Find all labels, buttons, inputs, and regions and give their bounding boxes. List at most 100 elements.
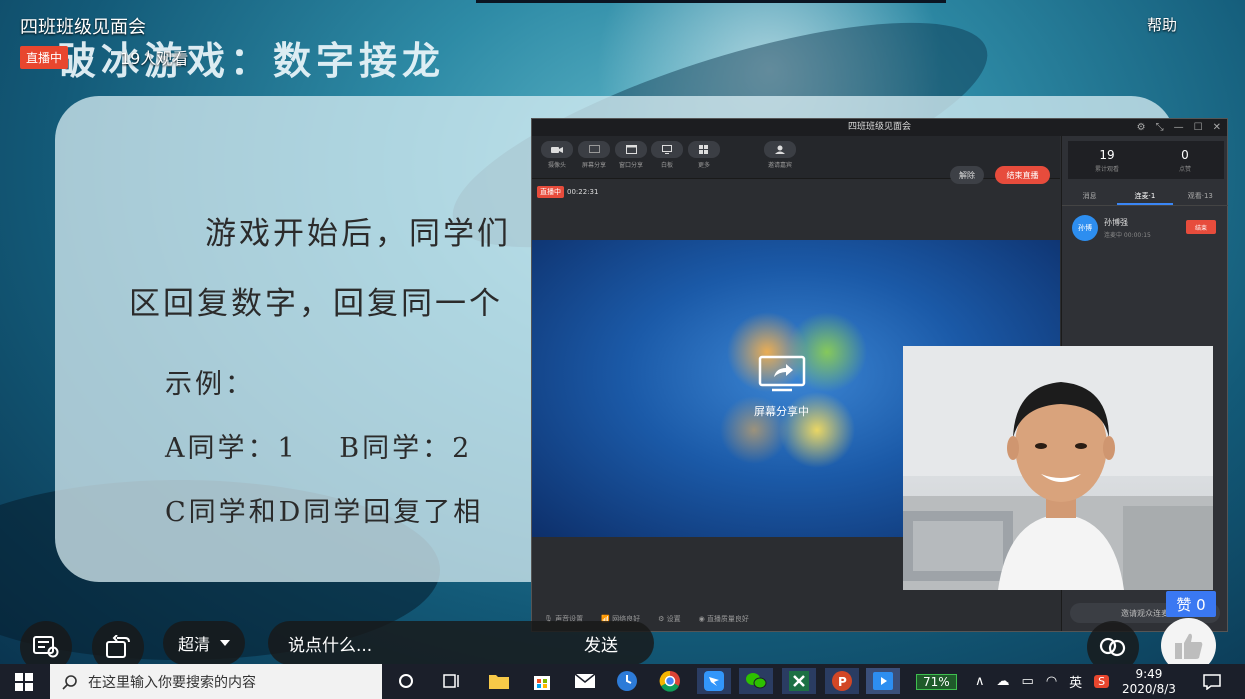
share-status: 屏幕分享中 xyxy=(754,355,809,419)
stream-window-titlebar: 四班班级见面会 ⚙ ⤡ — ☐ ✕ xyxy=(532,119,1227,136)
tab-co-host[interactable]: 连麦·1 xyxy=(1117,186,1173,205)
guest-status: 连麦中 00:00:15 xyxy=(1104,232,1151,239)
search-icon xyxy=(62,674,77,690)
wechat-button[interactable] xyxy=(739,668,773,694)
notification-icon xyxy=(1203,673,1221,690)
settings-label: 设置 xyxy=(666,615,681,623)
powerpoint-button[interactable]: P xyxy=(825,668,859,694)
invite-guest-button[interactable]: 邀请嘉宾 xyxy=(764,141,796,169)
slide-text-line: 游戏开始后，同学们 xyxy=(205,216,511,252)
quality-selector[interactable]: 超清 xyxy=(163,621,245,665)
wifi-icon[interactable]: ◠ xyxy=(1046,674,1057,689)
search-placeholder: 在这里输入你要搜索的内容 xyxy=(88,674,256,691)
guest-camera-feed xyxy=(903,346,1213,590)
sidebar-tabs: 消息 连麦·1 观看·13 xyxy=(1062,186,1228,206)
cloud-icon[interactable]: ☁ xyxy=(997,674,1010,689)
system-tray: ∧ ☁ ▭ ◠ 英 S xyxy=(975,664,1110,699)
window-share-icon xyxy=(615,141,647,158)
task-view-button[interactable] xyxy=(438,668,466,694)
mail-icon xyxy=(574,673,596,688)
camera-icon xyxy=(541,141,573,158)
wechat-icon xyxy=(746,673,767,689)
settings-icon[interactable]: ⚙ xyxy=(1137,119,1146,136)
ime-indicator[interactable]: 英 xyxy=(1069,672,1082,691)
screen-share-icon xyxy=(758,355,805,392)
whiteboard-button[interactable]: 白板 xyxy=(651,141,683,169)
slide-text-line: 示例： xyxy=(165,369,255,400)
end-live-button[interactable]: 结束直播 xyxy=(995,166,1050,184)
stat-label: 累计观看 xyxy=(1094,165,1119,173)
link-icon xyxy=(1099,637,1126,657)
toolbar-label: 白板 xyxy=(660,162,673,169)
battery-indicator[interactable]: 71% xyxy=(916,664,957,699)
whiteboard-icon xyxy=(651,141,683,158)
end-co-host-button[interactable]: 结束 xyxy=(1186,220,1216,234)
close-icon[interactable]: ✕ xyxy=(1213,119,1221,136)
powerpoint-icon: P xyxy=(832,671,852,691)
toolbar-label: 邀请嘉宾 xyxy=(767,162,792,169)
send-button[interactable]: 发送 xyxy=(584,631,618,656)
unmute-button[interactable]: 解除 xyxy=(950,166,984,184)
task-view-icon xyxy=(443,674,459,688)
dingtalk-icon xyxy=(704,671,724,691)
sogou-icon[interactable]: S xyxy=(1094,675,1110,688)
maximize-icon[interactable]: ☐ xyxy=(1194,119,1203,136)
live-status-badge: 直播中 xyxy=(537,186,564,198)
chevron-down-icon xyxy=(220,640,230,646)
clock[interactable]: 9:49 2020/8/3 xyxy=(1122,664,1176,699)
mail-button[interactable] xyxy=(571,668,599,694)
live-app-icon xyxy=(873,672,893,690)
more-button[interactable]: 更多 xyxy=(688,141,720,169)
chevron-up-icon[interactable]: ∧ xyxy=(975,674,985,689)
stream-quality-label: 直播质量良好 xyxy=(706,615,749,623)
screen-share-icon xyxy=(578,141,610,158)
start-button[interactable] xyxy=(15,673,33,695)
comment-box[interactable]: 说点什么... 发送 xyxy=(268,621,654,665)
toolbar-label: 窗口分享 xyxy=(618,162,643,169)
comment-input[interactable]: 说点什么... xyxy=(288,631,372,656)
chrome-button[interactable] xyxy=(656,668,684,694)
stat-value: 0 xyxy=(1181,147,1189,162)
tab-viewers[interactable]: 观看·13 xyxy=(1173,186,1228,205)
likes-stat: 0 点赞 xyxy=(1146,141,1224,179)
clock-app-button[interactable] xyxy=(613,668,641,694)
room-title: 四班班级见面会 xyxy=(20,17,146,38)
window-share-button[interactable]: 窗口分享 xyxy=(615,141,647,169)
battery-level: 71% xyxy=(916,673,957,690)
excel-button[interactable] xyxy=(782,668,816,694)
stat-value: 19 xyxy=(1099,147,1115,162)
live-app-button[interactable] xyxy=(866,668,900,694)
notification-button[interactable] xyxy=(1203,664,1221,699)
toolbar-label: 屏幕分享 xyxy=(581,162,606,169)
screen-share-button[interactable]: 屏幕分享 xyxy=(578,141,610,169)
pin-icon[interactable]: ⤡ xyxy=(1156,119,1164,136)
toolbar-label: 更多 xyxy=(697,162,710,169)
file-explorer-button[interactable] xyxy=(485,668,513,694)
stats-panel: 19 累计观看 0 点赞 xyxy=(1068,141,1224,179)
more-icon xyxy=(688,141,720,158)
tab-messages[interactable]: 消息 xyxy=(1062,186,1117,205)
like-count-badge: 赞 0 xyxy=(1166,591,1216,617)
share-label: 屏幕分享中 xyxy=(754,405,809,418)
dingtalk-button[interactable] xyxy=(697,668,731,694)
slide-text-line: C同学和D同学回复了相 xyxy=(165,497,484,528)
taskbar-search[interactable]: 在这里输入你要搜索的内容 xyxy=(50,664,382,699)
store-button[interactable] xyxy=(528,668,556,694)
invite-guest-icon xyxy=(764,141,796,158)
settings-button[interactable]: ⚙ 设置 xyxy=(658,614,681,624)
top-handle xyxy=(476,0,946,3)
minimize-icon[interactable]: — xyxy=(1174,119,1184,136)
co-host-item: 孙博 孙博强 连麦中 00:00:15 xyxy=(1072,215,1151,241)
slide-text-line: 区回复数字，回复同一个 xyxy=(129,286,503,322)
folder-icon xyxy=(489,675,509,689)
live-timer: 00:22:31 xyxy=(567,188,599,196)
toolbar-label: 摄像头 xyxy=(547,162,566,169)
recording-status: 直播中 00:22:31 xyxy=(537,186,598,198)
time-label: 9:49 xyxy=(1135,666,1163,681)
camera-button[interactable]: 摄像头 xyxy=(541,141,573,169)
rotate-icon xyxy=(106,635,130,658)
date-label: 2020/8/3 xyxy=(1122,681,1176,696)
help-button[interactable]: 帮助 xyxy=(1147,14,1177,35)
network-icon[interactable]: ▭ xyxy=(1022,674,1034,689)
cortana-button[interactable] xyxy=(392,668,420,694)
